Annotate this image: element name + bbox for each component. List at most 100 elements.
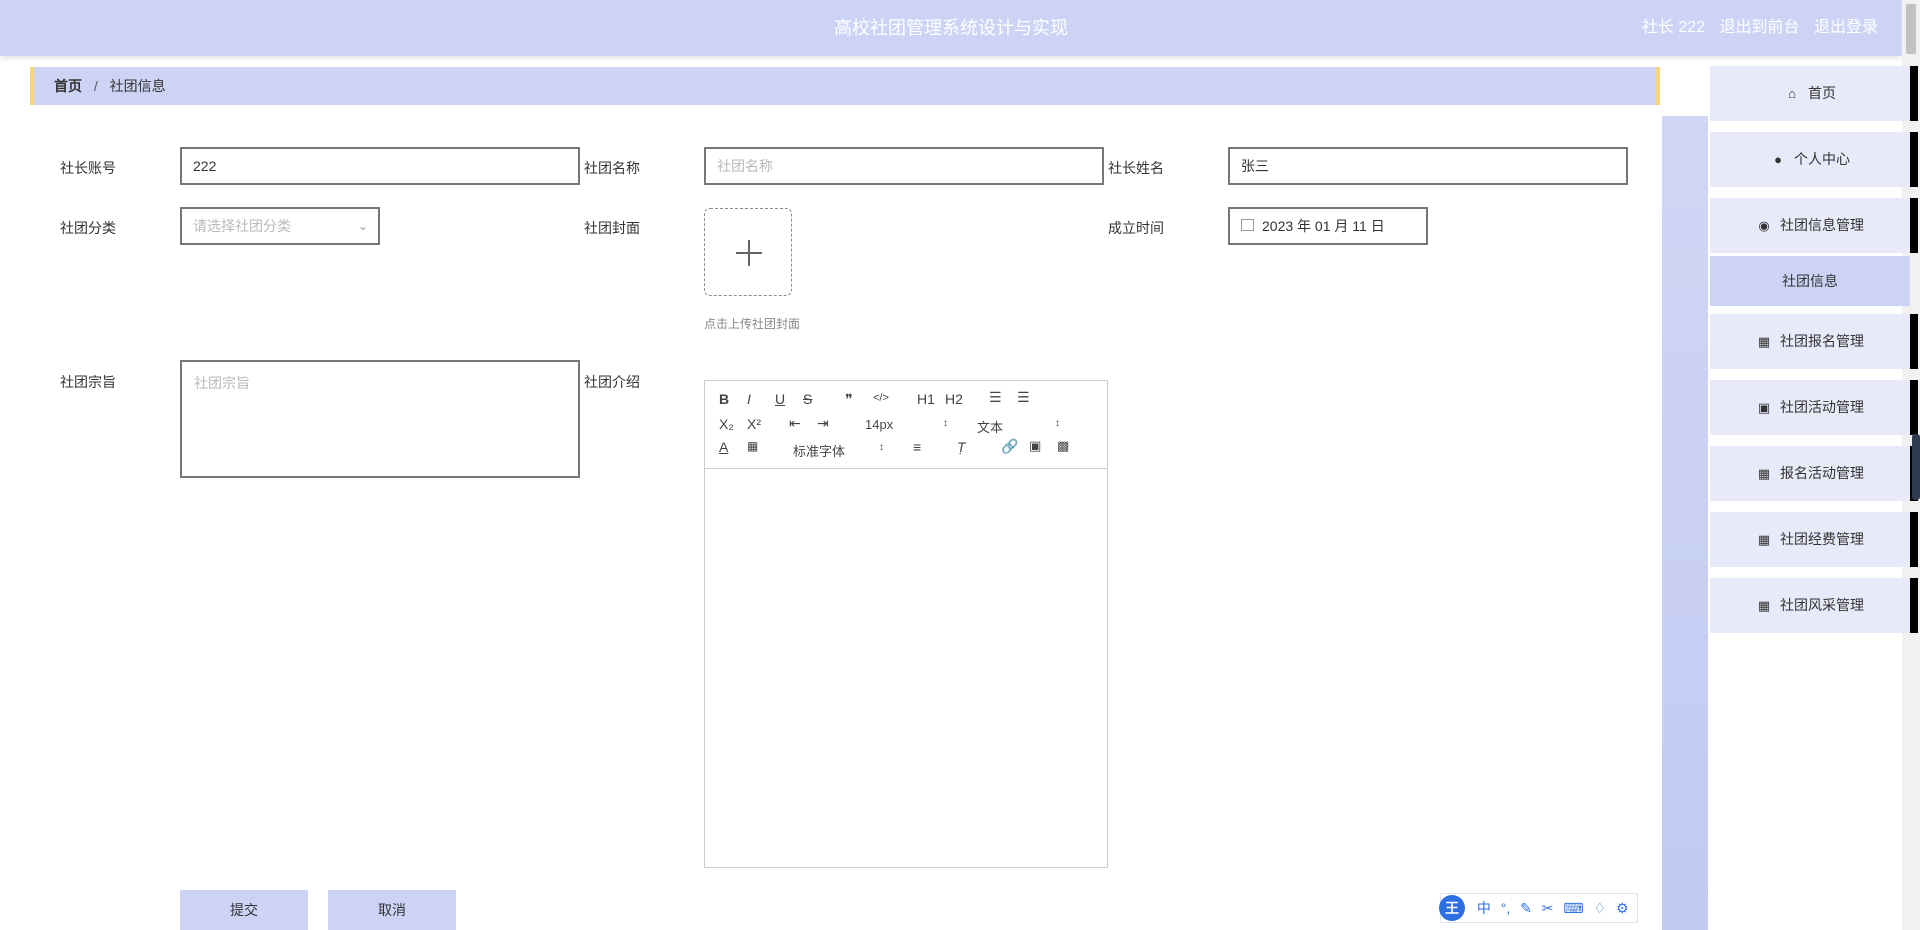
header-user-area: 社长 222 退出到前台 退出登录 [1632, 0, 1878, 56]
breadcrumb-separator: / [93, 78, 98, 94]
text-type-select[interactable]: 文本 ↕ [977, 417, 1060, 436]
font-family-select[interactable]: 标准字体 ↕ [793, 441, 884, 460]
purpose-textarea[interactable] [180, 360, 580, 478]
pin-icon: ◉ [1758, 218, 1770, 233]
ordered-list-icon[interactable]: ☰ [989, 389, 1002, 406]
ime-scissors-icon[interactable]: ✂ [1542, 894, 1554, 922]
text-type-value: 文本 [977, 420, 1004, 435]
sidebar-item-activities[interactable]: ▣ 社团活动管理 [1710, 380, 1918, 435]
code-block-button[interactable]: </> [873, 392, 889, 404]
decorative-background [1662, 116, 1708, 930]
header2-button[interactable]: H2 [945, 391, 963, 407]
plus-icon-vertical [748, 240, 750, 266]
cover-label: 社团封面 [584, 220, 640, 236]
sidebar-item-label: 社团经费管理 [1780, 531, 1864, 547]
ime-skin-icon[interactable]: ♢ [1594, 894, 1607, 922]
rich-text-editor: B I U S ❞ </> H1 H2 ☰ ☰ X₂ X² ⇤ ⇥ 14px ↕… [704, 380, 1108, 868]
ime-settings-icon[interactable]: ⚙ [1616, 894, 1629, 922]
current-user: 社长 222 [1641, 19, 1706, 36]
sidebar-item-activity-signup[interactable]: ▦ 报名活动管理 [1710, 446, 1918, 501]
ime-mode-toggle[interactable]: 中 [1477, 894, 1491, 922]
grid-icon: ▦ [1757, 466, 1771, 481]
cover-upload-button[interactable] [704, 208, 792, 296]
submit-button[interactable]: 提交 [180, 890, 308, 930]
align-icon[interactable]: ≡ [913, 439, 921, 455]
category-placeholder: 请选择社团分类 [193, 218, 291, 234]
category-label: 社团分类 [60, 220, 116, 236]
sidebar-item-label: 社团报名管理 [1780, 333, 1864, 349]
president-name-label: 社长姓名 [1108, 160, 1164, 176]
club-name-input[interactable] [704, 147, 1104, 185]
sidebar-subitem-club-info[interactable]: 社团信息 [1710, 256, 1910, 306]
select-arrows-icon: ↕ [1055, 418, 1060, 429]
logout-link[interactable]: 退出登录 [1814, 19, 1878, 36]
italic-button[interactable]: I [747, 391, 751, 407]
editor-toolbar: B I U S ❞ </> H1 H2 ☰ ☰ X₂ X² ⇤ ⇥ 14px ↕… [705, 381, 1107, 469]
editor-content-area[interactable] [705, 469, 1107, 867]
font-size-select[interactable]: 14px ↕ [865, 417, 948, 432]
ime-pen-icon[interactable]: ✎ [1520, 894, 1532, 922]
user-icon: ● [1774, 152, 1782, 167]
ime-keyboard-icon[interactable]: ⌨ [1563, 894, 1583, 922]
sidebar-item-label: 报名活动管理 [1780, 465, 1864, 481]
ime-toolbar[interactable]: 王 中 °, ✎ ✂ ⌨ ♢ ⚙ [1439, 893, 1638, 923]
image-icon[interactable]: ▣ [1029, 438, 1041, 454]
indent-icon[interactable]: ⇥ [817, 415, 829, 432]
ime-logo-icon[interactable]: 王 [1439, 895, 1465, 921]
cancel-button[interactable]: 取消 [328, 890, 456, 930]
bullet-list-icon[interactable]: ☰ [1017, 389, 1030, 406]
breadcrumb-home[interactable]: 首页 [54, 78, 82, 94]
clear-format-icon[interactable]: Ṭ [957, 439, 966, 455]
video-icon[interactable]: ▩ [1057, 438, 1069, 454]
sidebar-scrollbar[interactable] [1912, 434, 1920, 500]
underline-button[interactable]: U [775, 391, 785, 407]
subscript-button[interactable]: X₂ [719, 416, 734, 432]
sidebar-item-label: 首页 [1808, 85, 1836, 101]
blockquote-button[interactable]: ❞ [845, 391, 853, 408]
sidebar-item-profile[interactable]: ● 个人中心 [1710, 132, 1918, 187]
sidebar-item-club-info[interactable]: ◉ 社团信息管理 [1710, 198, 1918, 253]
superscript-button[interactable]: X² [747, 416, 761, 432]
header1-button[interactable]: H1 [917, 391, 935, 407]
president-account-label: 社长账号 [60, 160, 116, 176]
sidebar-item-home[interactable]: ⌂ 首页 [1710, 66, 1918, 121]
sidebar-item-registration[interactable]: ▦ 社团报名管理 [1710, 314, 1918, 369]
founded-date-input[interactable]: 2023 年 01 月 11 日 [1228, 207, 1428, 245]
outdent-icon[interactable]: ⇤ [789, 415, 801, 432]
grid-icon: ▦ [1757, 532, 1771, 547]
briefcase-icon: ▣ [1757, 400, 1771, 415]
intro-label: 社团介绍 [584, 374, 640, 390]
sidebar-item-label: 社团信息管理 [1780, 217, 1864, 233]
link-icon[interactable]: 🔗 [1001, 438, 1018, 455]
breadcrumb-current: 社团信息 [109, 78, 166, 94]
strike-button[interactable]: S [803, 391, 812, 407]
top-header: 高校社团管理系统设计与实现 社长 222 退出到前台 退出登录 [0, 0, 1902, 56]
background-color-icon[interactable]: ▦ [747, 439, 758, 453]
bold-button[interactable]: B [719, 391, 729, 407]
calendar-icon [1241, 219, 1254, 232]
chevron-down-icon: ⌄ [357, 219, 368, 233]
president-name-input[interactable] [1228, 147, 1628, 185]
home-icon: ⌂ [1788, 86, 1796, 101]
breadcrumb: 首页 / 社团信息 [30, 67, 1660, 105]
font-family-value: 标准字体 [793, 444, 846, 459]
sidebar-item-label: 个人中心 [1794, 151, 1850, 167]
sidebar-item-label: 社团风采管理 [1780, 597, 1864, 613]
founded-label: 成立时间 [1108, 220, 1164, 236]
grid-icon: ▦ [1757, 334, 1771, 349]
sidebar-item-funds[interactable]: ▦ 社团经费管理 [1710, 512, 1918, 567]
app-title: 高校社团管理系统设计与实现 [834, 18, 1068, 38]
font-size-value: 14px [865, 417, 894, 432]
ime-punctuation-icon[interactable]: °, [1501, 894, 1511, 922]
cover-upload-hint: 点击上传社团封面 [704, 317, 801, 331]
select-arrows-icon: ↕ [943, 418, 948, 429]
select-arrows-icon: ↕ [879, 442, 884, 453]
category-select[interactable]: 请选择社团分类 ⌄ [180, 207, 380, 245]
purpose-label: 社团宗旨 [60, 374, 116, 390]
president-account-input[interactable] [180, 147, 580, 185]
club-name-label: 社团名称 [584, 160, 640, 176]
scrollbar-thumb[interactable] [1906, 4, 1916, 54]
sidebar-item-showcase[interactable]: ▦ 社团风采管理 [1710, 578, 1918, 633]
exit-to-frontend-link[interactable]: 退出到前台 [1720, 19, 1800, 36]
font-color-icon[interactable]: A [719, 439, 728, 455]
